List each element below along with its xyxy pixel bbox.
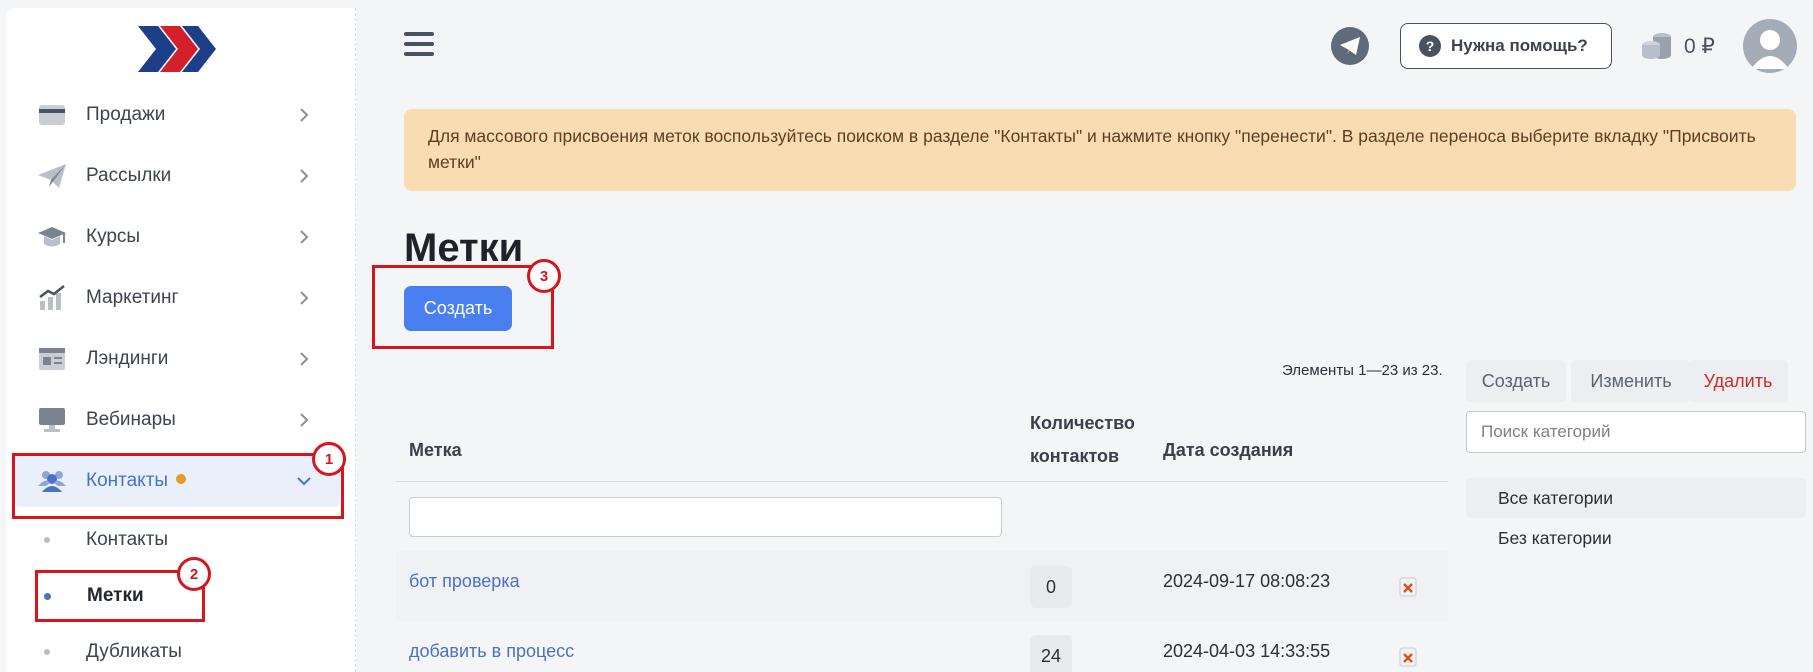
sidebar-subitem-label: Дубликаты (86, 641, 182, 662)
tag-filter-input[interactable] (409, 497, 1002, 537)
page-title: Метки (404, 226, 524, 270)
category-create-button[interactable]: Создать (1466, 360, 1566, 402)
avatar[interactable] (1743, 19, 1797, 73)
delete-icon[interactable] (1399, 647, 1417, 667)
sidebar-item-label: Рассылки (86, 165, 172, 186)
tag-link[interactable]: добавить в процесс (409, 641, 574, 662)
annotation-number-3: 3 (527, 259, 561, 293)
sidebar-item-courses[interactable]: Курсы (14, 211, 340, 263)
sidebar-item-label: Вебинары (86, 409, 176, 430)
contacts-count: 0 (1030, 566, 1072, 608)
chevron-right-icon (300, 169, 309, 183)
paper-plane-icon (36, 160, 68, 192)
balance-value: 0 ₽ (1684, 34, 1715, 58)
sidebar-subitem-label: Контакты (86, 529, 169, 550)
column-header-line: Количество (1030, 413, 1135, 433)
chevron-down-icon (297, 477, 311, 486)
column-header-date[interactable]: Дата создания (1163, 440, 1293, 461)
sidebar-item-label: Маркетинг (86, 287, 179, 308)
chevron-right-icon (300, 413, 309, 427)
sidebar-item-label: Контакты (86, 470, 294, 492)
bullet-icon (44, 649, 50, 655)
user-avatar-icon (1751, 30, 1789, 69)
sidebar-subitem-contacts[interactable]: Контакты (44, 520, 168, 560)
category-item-all[interactable]: Все категории (1466, 478, 1806, 518)
table-divider (396, 481, 1448, 482)
annotation-number-1: 1 (312, 442, 346, 476)
chevron-right-icon (300, 108, 309, 122)
question-icon: ? (1419, 35, 1441, 57)
category-item-uncategorized[interactable]: Без категории (1466, 518, 1806, 558)
menu-toggle-icon[interactable] (404, 32, 434, 58)
pagination-summary: Элементы 1—23 из 23. (1282, 362, 1443, 379)
category-edit-button[interactable]: Изменить (1571, 360, 1691, 402)
created-date: 2024-09-17 08:08:23 (1163, 571, 1331, 591)
sidebar-item-label-text: Контакты (86, 470, 169, 491)
sidebar-item-mailings[interactable]: Рассылки (14, 150, 340, 202)
sidebar-item-contacts[interactable]: Контакты (14, 455, 340, 507)
sidebar-item-marketing[interactable]: Маркетинг (14, 272, 340, 324)
tag-link[interactable]: бот проверка (409, 571, 520, 592)
contacts-count: 24 (1030, 635, 1072, 672)
landing-page-icon (36, 343, 68, 375)
column-header-line: контактов (1030, 446, 1120, 466)
bullet-icon (44, 537, 50, 543)
logo-icon[interactable] (136, 22, 218, 76)
bullet-icon (44, 592, 51, 600)
sidebar-subitem-duplicates[interactable]: Дубликаты (44, 632, 182, 672)
chevron-right-icon (300, 291, 309, 305)
sidebar-subitem-label: Метки (87, 585, 144, 606)
category-search-input[interactable] (1466, 411, 1806, 453)
sidebar-item-webinars[interactable]: Вебинары (14, 394, 340, 446)
notification-dot (176, 473, 187, 484)
column-header-contacts-count[interactable]: Количество контактов (1030, 407, 1135, 473)
sidebar-item-label: Продажи (86, 104, 166, 125)
column-header-tag[interactable]: Метка (409, 440, 462, 461)
monitor-icon (36, 404, 68, 436)
delete-icon[interactable] (1399, 577, 1417, 597)
sidebar-item-landings[interactable]: Лэндинги (14, 333, 340, 385)
chevron-right-icon (300, 352, 309, 366)
category-delete-button[interactable]: Удалить (1688, 360, 1788, 402)
card-icon (36, 99, 68, 131)
chart-growth-icon (36, 282, 68, 314)
users-icon (36, 465, 68, 497)
balance[interactable]: 0 ₽ (1640, 31, 1715, 61)
sidebar-item-label: Лэндинги (86, 348, 169, 369)
create-tag-button[interactable]: Создать (404, 286, 512, 331)
info-notice: Для массового присвоения меток воспользу… (404, 109, 1796, 191)
table-row: добавить в процесс 24 2024-04-03 14:33:5… (396, 621, 1448, 672)
help-button[interactable]: ? Нужна помощь? (1400, 23, 1612, 69)
annotation-number-2: 2 (177, 557, 211, 591)
sidebar-item-label: Курсы (86, 226, 141, 247)
help-button-label: Нужна помощь? (1451, 36, 1588, 55)
created-date: 2024-04-03 14:33:55 (1163, 641, 1331, 661)
sidebar-item-sales[interactable]: Продажи (14, 89, 340, 141)
sidebar-subitem-tags[interactable]: Метки (44, 576, 144, 616)
coins-icon (1642, 33, 1671, 59)
telegram-icon[interactable] (1331, 27, 1369, 65)
table-row: бот проверка 0 2024-09-17 08:08:23 (396, 551, 1448, 621)
graduation-cap-icon (36, 221, 68, 253)
chevron-right-icon (300, 230, 309, 244)
